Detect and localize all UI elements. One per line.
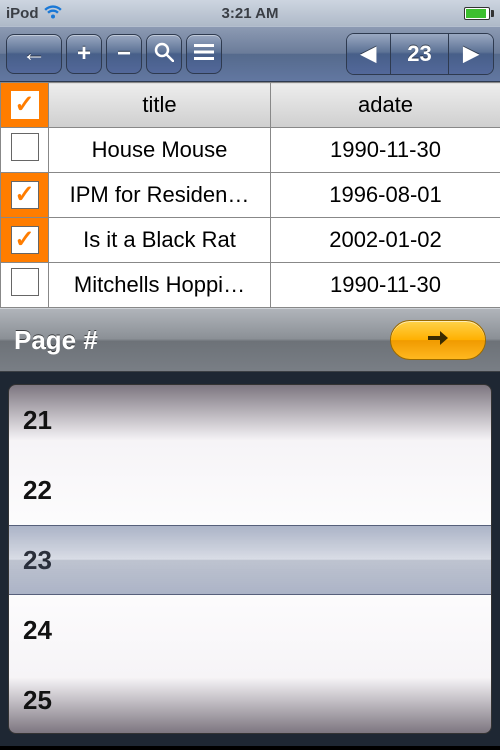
picker-item[interactable]: 21 (9, 385, 491, 455)
row-checkbox[interactable] (1, 263, 49, 308)
data-table: title adate House Mouse 1990-11-30 IPM f… (0, 82, 500, 308)
page-next-button[interactable]: ▶ (449, 34, 493, 74)
status-left: iPod (6, 5, 62, 22)
picker-column[interactable]: 21 22 23 24 25 (8, 384, 492, 734)
picker-item[interactable]: 22 (9, 455, 491, 525)
table-row[interactable]: Is it a Black Rat 2002-01-02 (1, 218, 500, 263)
picker-selection-overlay (9, 525, 491, 595)
cell-title: House Mouse (49, 128, 271, 173)
cell-adate: 1990-11-30 (271, 128, 500, 173)
table-row[interactable]: House Mouse 1990-11-30 (1, 128, 500, 173)
picker-item[interactable]: 24 (9, 595, 491, 665)
cell-title: IPM for Residen… (49, 173, 271, 218)
row-checkbox[interactable] (1, 218, 49, 263)
arrow-left-icon: ← (22, 42, 46, 66)
table-header-row: title adate (1, 83, 500, 128)
wifi-icon (44, 5, 62, 22)
page-selector-bar: Page # (0, 308, 500, 372)
cell-title: Is it a Black Rat (49, 218, 271, 263)
page-prev-button[interactable]: ◀ (347, 34, 391, 74)
back-button[interactable]: ← (6, 34, 62, 74)
device-label: iPod (6, 5, 39, 22)
table-row[interactable]: Mitchells Hoppi… 1990-11-30 (1, 263, 500, 308)
toolbar: ← + − ◀ 23 ▶ (0, 26, 500, 82)
arrow-right-icon (426, 329, 450, 351)
data-table-wrap: title adate House Mouse 1990-11-30 IPM f… (0, 82, 500, 308)
search-button[interactable] (146, 34, 182, 74)
checkbox-icon (11, 226, 39, 254)
battery-icon (464, 7, 494, 20)
menu-icon (194, 42, 214, 66)
checkbox-icon (11, 133, 39, 161)
clock: 3:21 AM (222, 5, 279, 22)
checkbox-icon (11, 181, 39, 209)
pager: ◀ 23 ▶ (346, 33, 494, 75)
cell-title: Mitchells Hoppi… (49, 263, 271, 308)
status-bar: iPod 3:21 AM (0, 0, 500, 26)
column-header-title[interactable]: title (49, 83, 271, 128)
picker-item[interactable]: 25 (9, 665, 491, 734)
page-picker[interactable]: 21 22 23 24 25 (0, 372, 500, 746)
triangle-right-icon: ▶ (463, 44, 478, 64)
page-label: Page # (14, 325, 98, 356)
add-button[interactable]: + (66, 34, 102, 74)
row-checkbox[interactable] (1, 173, 49, 218)
minus-icon: − (117, 42, 131, 66)
search-icon (154, 42, 174, 67)
menu-button[interactable] (186, 34, 222, 74)
cell-adate: 1990-11-30 (271, 263, 500, 308)
checkbox-icon (11, 268, 39, 296)
cell-adate: 2002-01-02 (271, 218, 500, 263)
triangle-left-icon: ◀ (361, 44, 376, 64)
select-all-checkbox[interactable] (1, 83, 49, 128)
row-checkbox[interactable] (1, 128, 49, 173)
remove-button[interactable]: − (106, 34, 142, 74)
go-to-page-button[interactable] (390, 320, 486, 360)
cell-adate: 1996-08-01 (271, 173, 500, 218)
column-header-adate[interactable]: adate (271, 83, 500, 128)
checkmark-icon (11, 91, 39, 119)
page-number-display[interactable]: 23 (391, 34, 449, 74)
plus-icon: + (77, 42, 91, 66)
table-row[interactable]: IPM for Residen… 1996-08-01 (1, 173, 500, 218)
